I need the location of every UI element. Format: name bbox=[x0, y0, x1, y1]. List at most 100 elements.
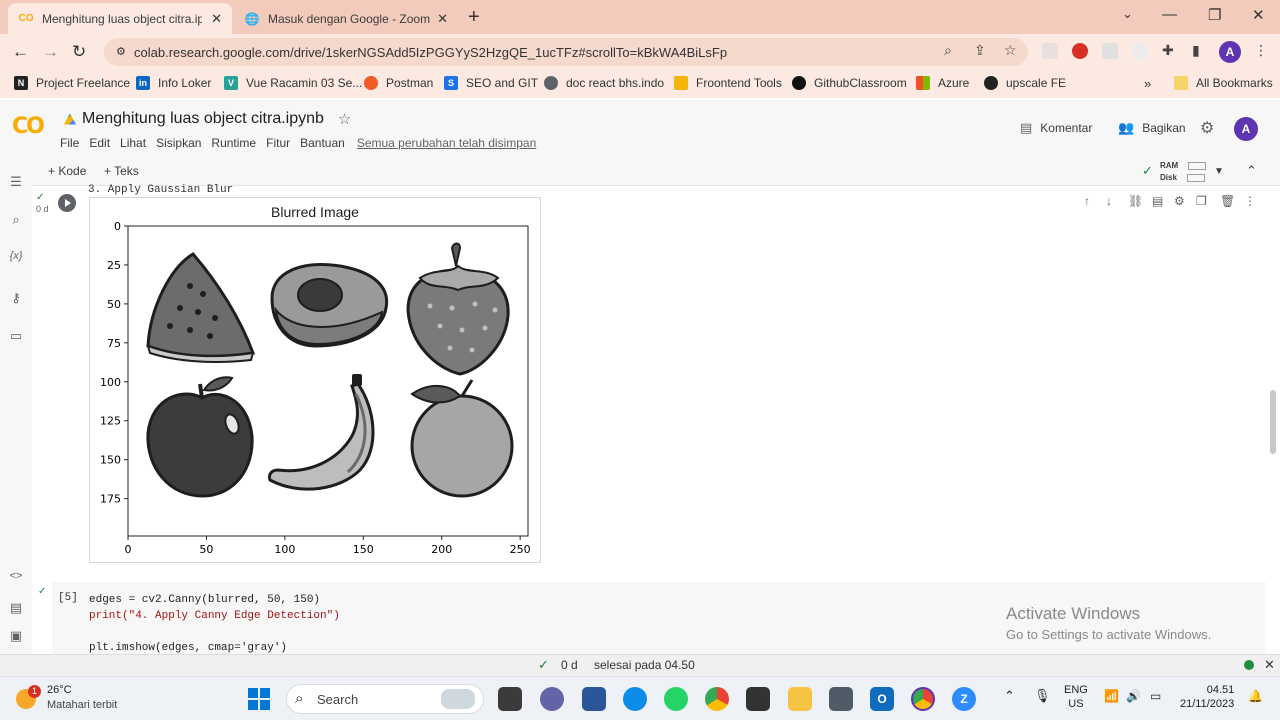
bookmark-item[interactable]: S SEO and GIT bbox=[444, 76, 538, 90]
minimize-icon[interactable]: — bbox=[1162, 6, 1177, 23]
outlook-icon[interactable]: O bbox=[870, 687, 894, 711]
clock[interactable]: 04.51 21/11/2023 bbox=[1180, 683, 1234, 711]
extension-icon[interactable] bbox=[1042, 43, 1058, 59]
language-indicator[interactable]: ENG US bbox=[1064, 683, 1088, 711]
sidepanel-icon[interactable]: ▮ bbox=[1192, 42, 1200, 59]
bookmark-item[interactable]: Azure bbox=[916, 76, 969, 90]
puzzle-icon[interactable]: ✚ bbox=[1162, 42, 1174, 59]
save-status-link[interactable]: Semua perubahan telah disimpan bbox=[357, 136, 536, 150]
folder-icon[interactable]: ▭ bbox=[8, 328, 24, 344]
link-icon[interactable]: ⛓ bbox=[1128, 194, 1143, 208]
bookmark-star-icon[interactable]: ☆ bbox=[1004, 42, 1017, 59]
close-icon[interactable]: ✕ bbox=[1264, 657, 1275, 673]
chrome-profile-icon[interactable] bbox=[911, 687, 935, 711]
calculator-icon[interactable] bbox=[829, 687, 853, 711]
app-icon[interactable] bbox=[746, 687, 770, 711]
run-cell-button[interactable] bbox=[58, 194, 76, 212]
notepad-icon[interactable] bbox=[582, 687, 606, 711]
dropdown-arrow-icon[interactable]: ▼ bbox=[1214, 166, 1224, 177]
new-tab-icon[interactable]: + bbox=[468, 6, 480, 29]
volume-icon[interactable]: 🔊 bbox=[1126, 689, 1141, 703]
wifi-icon[interactable]: 📶 bbox=[1104, 689, 1119, 703]
tab-colab[interactable]: CO Menghitung luas object citra.ipy ✕ bbox=[8, 3, 232, 34]
scrollbar-thumb[interactable] bbox=[1270, 390, 1276, 454]
edge-icon[interactable] bbox=[623, 687, 647, 711]
command-palette-icon[interactable]: ▤ bbox=[8, 600, 24, 616]
battery-icon[interactable]: ▭ bbox=[1150, 689, 1161, 703]
extension-icon[interactable] bbox=[1102, 43, 1118, 59]
variables-icon[interactable]: {x} bbox=[8, 250, 24, 266]
resource-monitor[interactable]: RAM Disk bbox=[1160, 160, 1207, 184]
bookmark-item[interactable]: upscale FE bbox=[984, 76, 1066, 90]
code-snippets-icon[interactable]: <> bbox=[8, 570, 24, 586]
teams-chat-icon[interactable] bbox=[540, 687, 564, 711]
colab-logo[interactable]: CO bbox=[12, 114, 45, 139]
star-icon[interactable]: ☆ bbox=[338, 110, 351, 128]
task-view-icon[interactable] bbox=[498, 687, 522, 711]
menu-insert[interactable]: Sisipkan bbox=[156, 136, 201, 150]
share-icon[interactable]: ⇪ bbox=[974, 42, 986, 59]
search-icon[interactable]: ⌕ bbox=[8, 212, 24, 228]
restore-icon[interactable]: ❐ bbox=[1208, 6, 1221, 24]
bookmark-item[interactable]: in Info Loker bbox=[136, 76, 211, 90]
start-button[interactable] bbox=[247, 687, 271, 711]
key-icon[interactable]: ⚷ bbox=[8, 290, 24, 306]
terminal-icon[interactable]: ▣ bbox=[8, 628, 24, 644]
chrome-icon[interactable] bbox=[705, 687, 729, 711]
notification-icon[interactable]: 🔔 bbox=[1248, 689, 1263, 703]
move-down-icon[interactable]: ↓ bbox=[1106, 194, 1112, 208]
menu-tools[interactable]: Fitur bbox=[266, 136, 290, 150]
bookmark-item[interactable]: doc react bhs.indo bbox=[544, 76, 664, 90]
file-explorer-icon[interactable] bbox=[788, 687, 812, 711]
toc-icon[interactable]: ☰ bbox=[8, 174, 24, 190]
back-icon[interactable]: ← bbox=[12, 42, 29, 62]
close-icon[interactable]: ✕ bbox=[437, 11, 448, 27]
bookmark-item[interactable]: N Project Freelance bbox=[14, 76, 130, 90]
bookmark-item[interactable]: GithubClassroom bbox=[792, 76, 907, 90]
all-bookmarks-button[interactable]: All Bookmarks bbox=[1174, 76, 1273, 90]
menu-help[interactable]: Bantuan bbox=[300, 136, 345, 150]
whatsapp-icon[interactable] bbox=[664, 687, 688, 711]
search-icon[interactable]: ⌕ bbox=[944, 42, 952, 59]
more-vert-icon[interactable]: ⋮ bbox=[1254, 42, 1268, 59]
share-button[interactable]: 👥 Bagikan bbox=[1118, 120, 1186, 136]
settings-gear-icon[interactable]: ⚙ bbox=[1200, 118, 1214, 138]
collapse-chevron-icon[interactable]: ⌃ bbox=[1246, 163, 1257, 179]
profile-avatar[interactable]: A bbox=[1219, 41, 1241, 63]
microphone-icon[interactable]: 🎙 bbox=[1034, 689, 1051, 703]
address-bar[interactable]: ⚙ colab.research.google.com/drive/1skerN… bbox=[104, 38, 1028, 66]
weather-widget[interactable]: 1 bbox=[16, 685, 41, 709]
chevron-down-icon[interactable]: ⌄ bbox=[1122, 6, 1133, 22]
tray-chevron-icon[interactable]: ⌃ bbox=[1004, 689, 1015, 703]
bookmark-item[interactable]: Postman bbox=[364, 76, 433, 90]
menu-file[interactable]: File bbox=[60, 136, 79, 150]
add-text-button[interactable]: + Teks bbox=[104, 164, 139, 178]
comment-icon[interactable]: ▤ bbox=[1152, 194, 1163, 208]
double-chevron-icon[interactable]: » bbox=[1144, 76, 1151, 91]
zoom-icon[interactable]: Z bbox=[952, 687, 976, 711]
menu-edit[interactable]: Edit bbox=[89, 136, 110, 150]
comment-button[interactable]: ▤ Komentar bbox=[1020, 120, 1092, 136]
user-avatar[interactable]: A bbox=[1234, 117, 1258, 141]
gear-icon[interactable]: ⚙ bbox=[1174, 194, 1185, 208]
record-extension-icon[interactable] bbox=[1072, 43, 1088, 59]
bookmark-item[interactable]: Froontend Tools bbox=[674, 76, 782, 90]
code-editor[interactable]: edges = cv2.Canny(blurred, 50, 150) print… bbox=[89, 592, 340, 656]
site-info-icon[interactable]: ⚙ bbox=[116, 45, 126, 58]
more-vert-icon[interactable]: ⋮ bbox=[1244, 194, 1256, 208]
mirror-icon[interactable]: ❐ bbox=[1196, 194, 1207, 208]
tab-zoom[interactable]: 🌐 Masuk dengan Google - Zoom ✕ bbox=[234, 3, 458, 34]
window-close-icon[interactable]: ✕ bbox=[1252, 6, 1265, 24]
taskbar-search[interactable]: ⌕ Search bbox=[286, 684, 484, 714]
forward-icon[interactable]: → bbox=[42, 42, 59, 62]
delete-icon[interactable]: 🗑 bbox=[1220, 194, 1235, 208]
notebook-title[interactable]: Menghitung luas object citra.ipynb ☆ bbox=[64, 110, 351, 128]
move-up-icon[interactable]: ↑ bbox=[1084, 194, 1090, 208]
reload-icon[interactable]: ↻ bbox=[72, 42, 86, 62]
menu-view[interactable]: Lihat bbox=[120, 136, 146, 150]
add-code-button[interactable]: + Kode bbox=[48, 164, 86, 178]
bookmark-item[interactable]: V Vue Racamin 03 Se... bbox=[224, 76, 362, 90]
close-icon[interactable]: ✕ bbox=[211, 11, 222, 27]
menu-runtime[interactable]: Runtime bbox=[211, 136, 256, 150]
extension-icon[interactable] bbox=[1132, 43, 1148, 59]
